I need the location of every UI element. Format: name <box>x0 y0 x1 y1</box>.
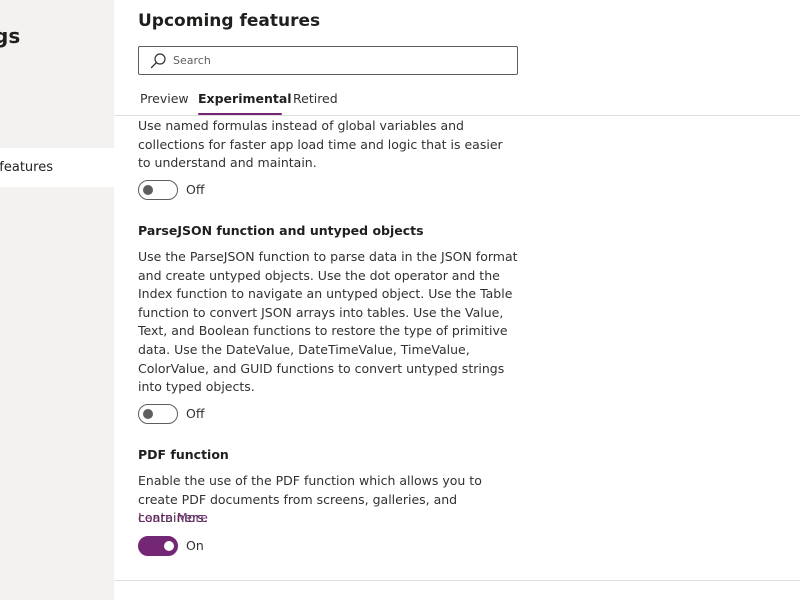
tab-experimental[interactable]: Experimental <box>198 91 292 115</box>
tabs-divider <box>114 115 800 116</box>
page-title: Upcoming features <box>138 11 321 31</box>
toggle-knob <box>164 541 174 551</box>
toggle-state-label: Off <box>186 182 205 197</box>
pdf-function-title: PDF function <box>138 447 229 462</box>
bottom-divider <box>114 580 800 581</box>
toggle-knob <box>143 409 153 419</box>
named-formulas-description: Use named formulas instead of global var… <box>138 118 503 171</box>
sidebar-item-label: g features <box>0 160 53 175</box>
settings-sidebar: gs g features <box>0 0 114 600</box>
parsejson-description: Use the ParseJSON function to parse data… <box>138 249 518 395</box>
tab-retired[interactable]: Retired <box>293 91 339 115</box>
parsejson-title: ParseJSON function and untyped objects <box>138 223 424 238</box>
search-input[interactable] <box>173 50 507 71</box>
search-box[interactable] <box>138 46 518 75</box>
sidebar-item-upcoming-features[interactable]: g features <box>0 148 114 187</box>
main-panel: Upcoming features Preview Experimental R… <box>114 0 800 600</box>
toggle-state-label: On <box>186 538 204 553</box>
sidebar-title: gs <box>0 24 21 48</box>
pdf-function-toggle[interactable] <box>138 536 178 556</box>
learn-more-link[interactable]: Learn More <box>138 510 208 525</box>
named-formulas-toggle[interactable] <box>138 180 178 200</box>
toggle-state-label: Off <box>186 406 205 421</box>
parsejson-toggle[interactable] <box>138 404 178 424</box>
tab-preview[interactable]: Preview <box>140 91 189 115</box>
search-icon <box>149 52 167 70</box>
toggle-knob <box>143 185 153 195</box>
